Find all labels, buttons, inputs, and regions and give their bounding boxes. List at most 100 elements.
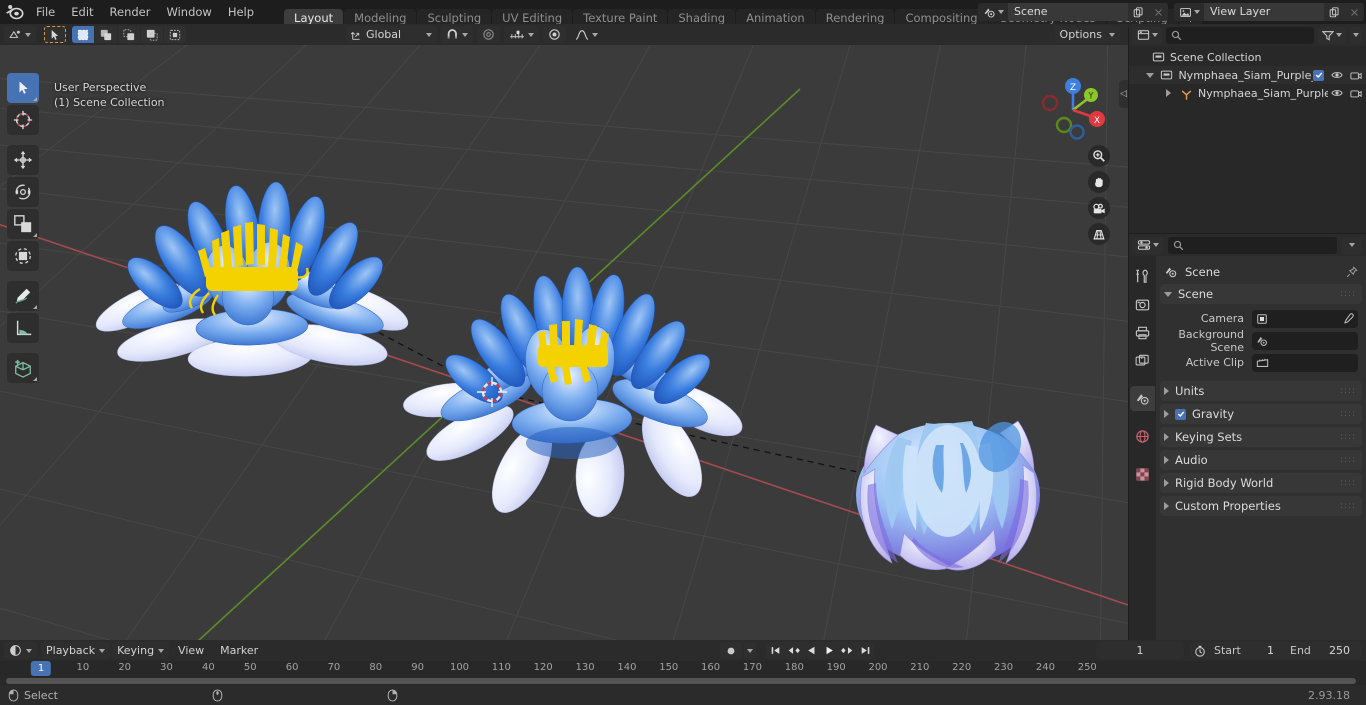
timeline-ruler[interactable]: 10 20 30 40 50 60 70 80 90 100 110 120 130 140 150 160 1… (0, 661, 1366, 677)
top-menu-edit[interactable]: Edit (63, 2, 101, 22)
extend-select-icon[interactable] (95, 26, 117, 43)
new-view-layer-button[interactable] (1324, 3, 1344, 21)
invert-select-icon[interactable] (141, 26, 163, 43)
world-tab[interactable] (1130, 424, 1155, 449)
start-frame-field[interactable]: Start 1 (1210, 644, 1286, 657)
panel-expander-icon[interactable] (1164, 456, 1169, 464)
intersect-select-icon[interactable] (164, 26, 186, 43)
properties-search-input[interactable] (1168, 236, 1337, 254)
properties-panel-header-audio[interactable]: Audio:::: (1160, 450, 1362, 470)
next-keyframe-button[interactable] (838, 642, 856, 659)
outliner-row[interactable]: Nymphaea_Siam_Purple_Blue (1129, 66, 1366, 84)
rotate-tool[interactable] (7, 177, 39, 207)
navigation-gizmo[interactable]: Z Y X (1038, 75, 1108, 145)
output-tab[interactable] (1130, 320, 1155, 345)
move-view-button[interactable] (1088, 171, 1110, 193)
properties-panel-header-rigid-body-world[interactable]: Rigid Body World:::: (1160, 473, 1362, 493)
new-scene-button[interactable] (1128, 3, 1148, 21)
jump-to-end-button[interactable] (856, 642, 874, 659)
measure-tool[interactable] (7, 313, 39, 343)
current-frame-field[interactable]: 1 (1096, 642, 1184, 659)
toggle-perspective-button[interactable] (1088, 223, 1110, 245)
scene-tab[interactable] (1130, 386, 1155, 411)
panel-enable-checkbox[interactable] (1175, 408, 1186, 420)
proportional-falloff-icon[interactable] (543, 26, 567, 43)
scale-tool[interactable] (7, 209, 39, 239)
outliner-filter-icon[interactable] (1318, 26, 1346, 44)
auto-keying-toggle[interactable] (720, 642, 742, 659)
subtract-select-icon[interactable] (118, 26, 140, 43)
expander-icon[interactable] (1144, 72, 1156, 78)
move-tool[interactable] (7, 145, 39, 175)
falloff-curve-icon[interactable] (570, 26, 603, 43)
properties-panel-header-gravity[interactable]: Gravity:::: (1160, 404, 1362, 424)
tweak-select-tool-icon[interactable] (44, 26, 66, 43)
properties-options-dropdown[interactable] (1342, 236, 1362, 254)
properties-panel-header-custom-properties[interactable]: Custom Properties:::: (1160, 496, 1362, 516)
property-value-field[interactable] (1252, 353, 1358, 372)
top-menu-render[interactable]: Render (102, 2, 159, 22)
jump-to-start-button[interactable] (766, 642, 784, 659)
scene-selector[interactable]: Scene (978, 3, 1168, 21)
proportional-size-slider[interactable] (504, 26, 540, 43)
timeline-scrollbar[interactable] (6, 678, 1356, 684)
proportional-editing-toggle[interactable] (477, 26, 501, 43)
tool-tab[interactable] (1130, 264, 1155, 289)
render-camera-icon[interactable] (1350, 70, 1362, 81)
previous-keyframe-button[interactable] (784, 642, 802, 659)
viewport-options-dropdown[interactable]: Options (1054, 26, 1120, 43)
properties-panel-header-units[interactable]: Units:::: (1160, 381, 1362, 401)
timeline-menu-playback[interactable]: Playback (41, 642, 111, 659)
outliner-search-input[interactable] (1166, 26, 1314, 44)
tweak-tool[interactable] (7, 73, 39, 103)
visibility-eye-icon[interactable] (1331, 88, 1343, 98)
property-value-field[interactable] (1252, 309, 1358, 328)
panel-expander-icon[interactable] (1164, 502, 1169, 510)
end-frame-field[interactable]: End 250 (1286, 644, 1362, 657)
panel-expander-icon[interactable] (1164, 291, 1172, 297)
top-menu-file[interactable]: File (28, 2, 63, 22)
properties-editor-type-icon[interactable] (1133, 236, 1163, 254)
panel-expander-icon[interactable] (1164, 410, 1169, 418)
visibility-eye-icon[interactable] (1331, 70, 1343, 80)
top-menu-window[interactable]: Window (158, 2, 219, 22)
scene-name-field[interactable]: Scene (1008, 3, 1128, 21)
zoom-view-button[interactable] (1088, 145, 1110, 167)
timeline-menu-keying[interactable]: Keying (112, 642, 170, 659)
pin-icon[interactable] (1346, 266, 1358, 278)
outliner-filter-dropdown[interactable] (1350, 26, 1362, 44)
scene-browse-icon[interactable] (978, 3, 1008, 21)
expander-icon[interactable] (1161, 89, 1175, 97)
panel-expander-icon[interactable] (1164, 479, 1169, 487)
render-tab[interactable] (1130, 292, 1155, 317)
view-layer-name-field[interactable]: View Layer (1204, 3, 1324, 21)
3d-viewport[interactable]: User Perspective (1) Scene Collection Z … (0, 45, 1128, 640)
top-menu-help[interactable]: Help (220, 2, 262, 22)
cursor-tool[interactable] (7, 105, 39, 135)
snap-toggle[interactable] (441, 26, 474, 43)
blender-logo-icon[interactable] (0, 0, 28, 24)
timeline-menu-view[interactable]: View (171, 642, 211, 659)
view-layer-selector[interactable]: View Layer (1174, 3, 1364, 21)
panel-expander-icon[interactable] (1164, 387, 1169, 395)
editor-type-icon[interactable] (4, 26, 36, 43)
outliner-display-mode-icon[interactable] (1133, 26, 1162, 44)
properties-panel-header-keying-sets[interactable]: Keying Sets:::: (1160, 427, 1362, 447)
set-select-icon[interactable] (72, 26, 94, 43)
render-camera-icon[interactable] (1350, 88, 1362, 99)
timeline-menu-marker[interactable]: Marker (213, 642, 265, 659)
view-layer-tab[interactable] (1130, 348, 1155, 373)
texture-tab[interactable] (1130, 462, 1155, 487)
outliner-row[interactable]: Nymphaea_Siam_Purple_ (1129, 84, 1366, 102)
outliner-row[interactable]: Scene Collection (1129, 48, 1366, 66)
properties-panel-header-scene[interactable]: Scene:::: (1160, 284, 1362, 304)
annotate-tool[interactable] (7, 281, 39, 311)
play-reverse-button[interactable] (802, 642, 820, 659)
transform-orientation-dropdown[interactable]: Global (346, 26, 438, 43)
outliner-checkbox[interactable] (1313, 69, 1324, 81)
view-layer-browse-icon[interactable] (1174, 3, 1204, 21)
play-button[interactable] (820, 642, 838, 659)
camera-view-button[interactable] (1088, 197, 1110, 219)
property-value-field[interactable] (1252, 331, 1358, 350)
add-cube-tool[interactable] (7, 353, 39, 383)
